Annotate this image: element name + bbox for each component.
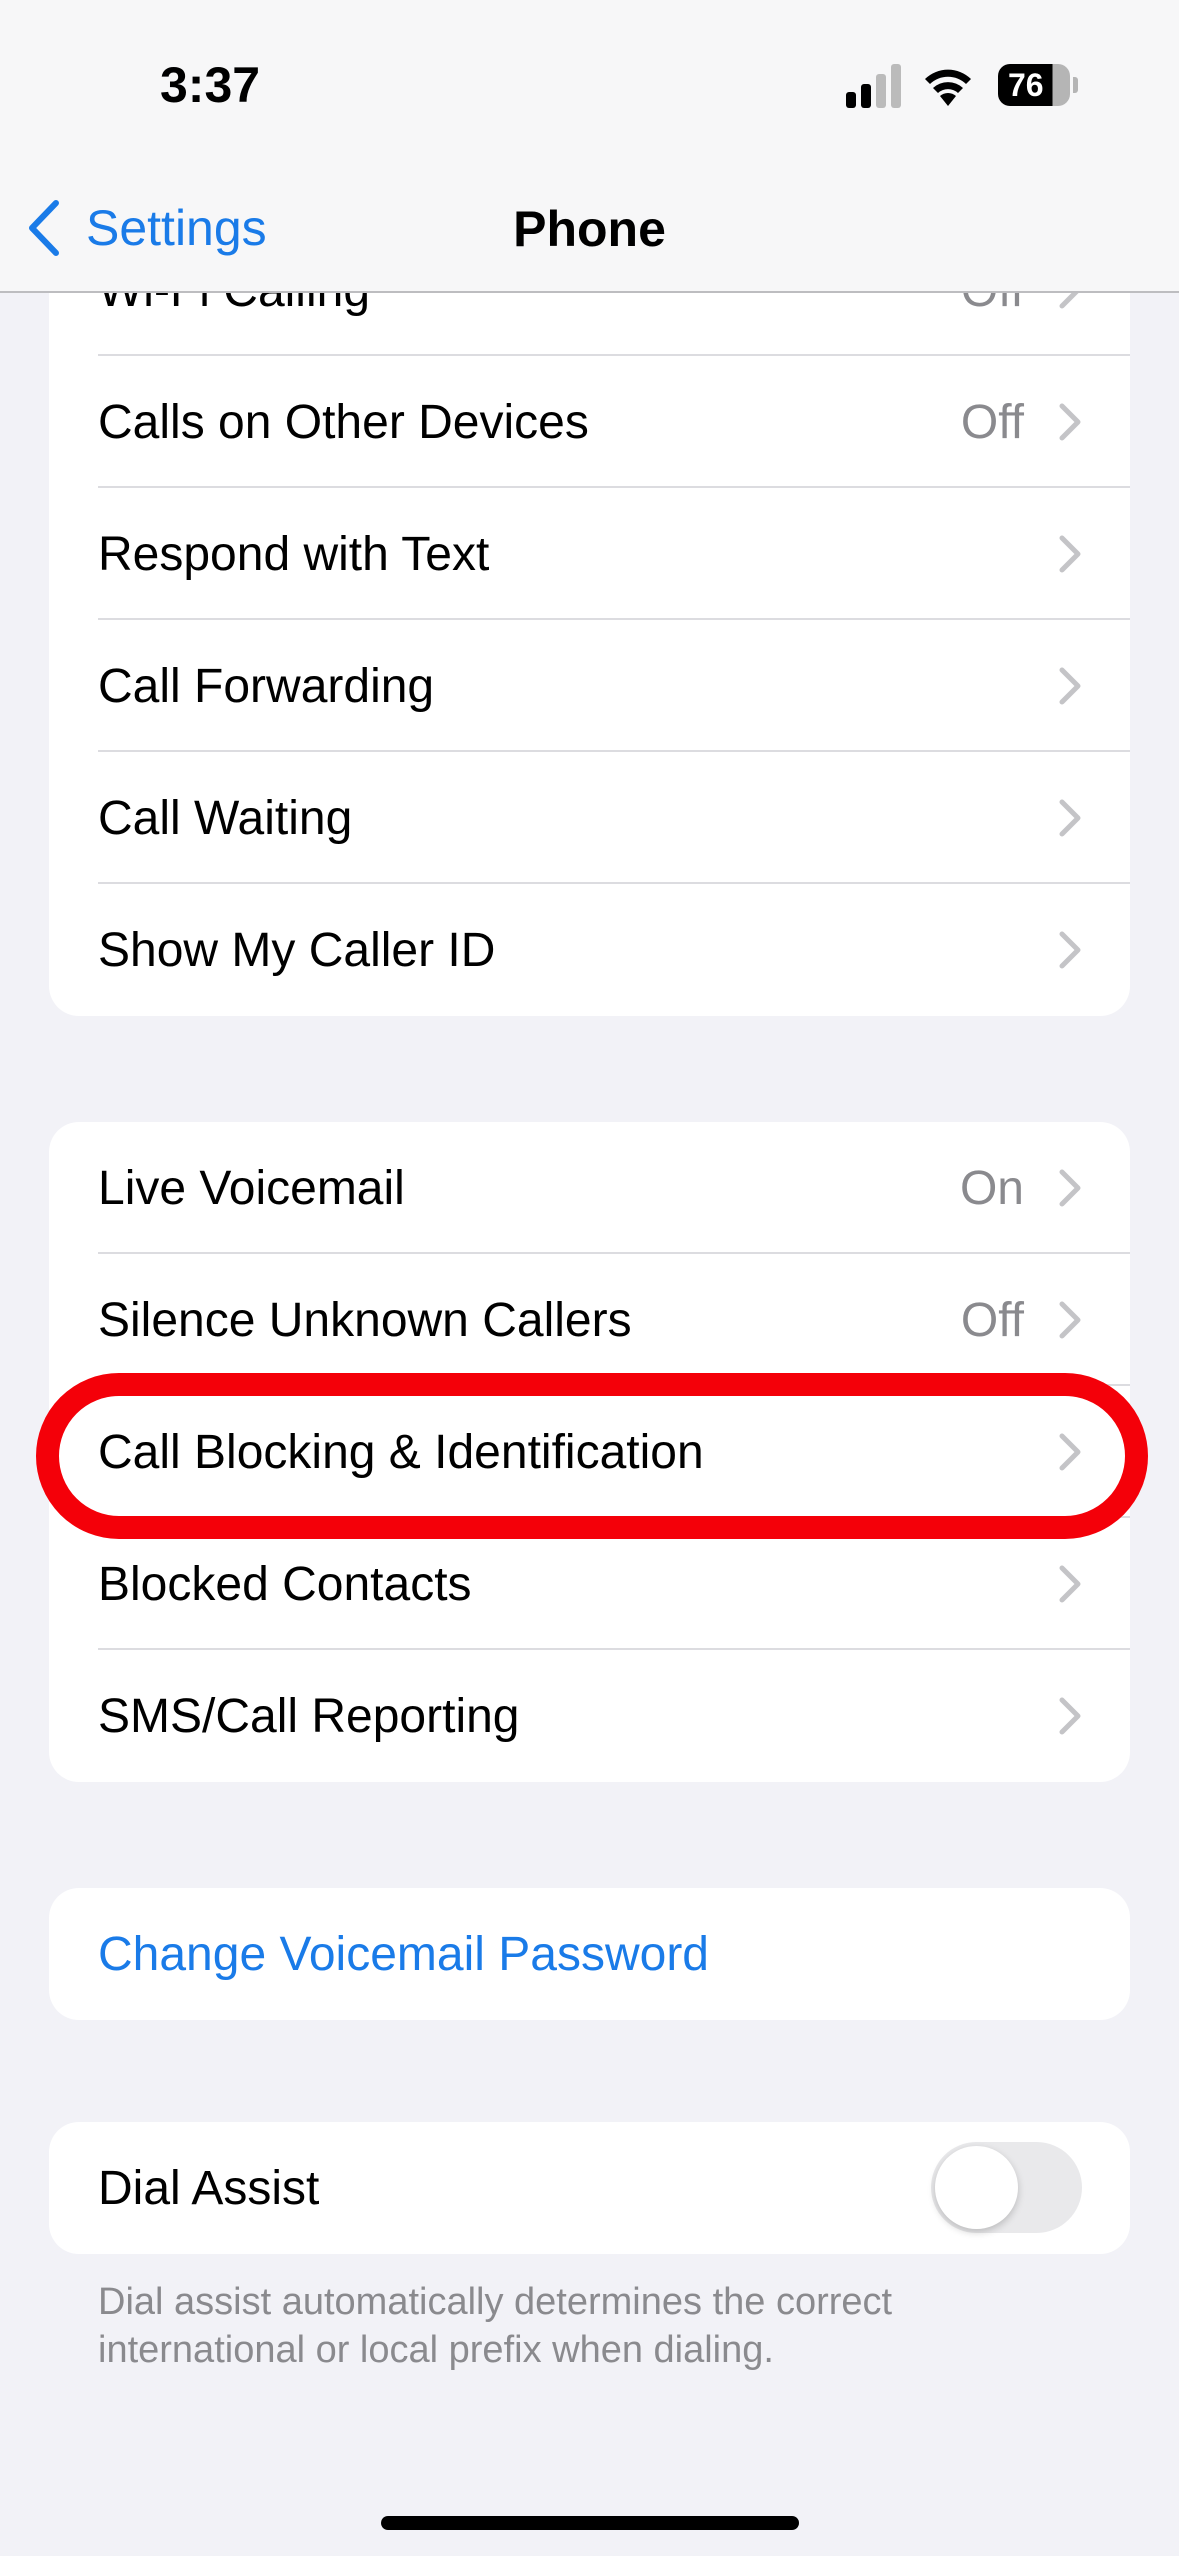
battery-level: 76 — [1008, 66, 1044, 103]
row-call-blocking-identification[interactable]: Call Blocking & Identification — [49, 1386, 1130, 1518]
row-value: Off — [960, 1293, 1024, 1347]
dial-assist-toggle[interactable] — [931, 2142, 1082, 2233]
status-bar: 3:37 76 — [0, 0, 1179, 160]
row-blocked-contacts[interactable]: Blocked Contacts — [49, 1518, 1130, 1650]
chevron-right-icon — [1059, 1301, 1081, 1339]
chevron-right-icon — [1059, 667, 1081, 705]
chevron-right-icon — [1059, 799, 1081, 837]
dial-assist-label: Dial Assist — [98, 2161, 320, 2215]
chevron-right-icon — [1059, 1169, 1081, 1207]
row-show-my-caller-id[interactable]: Show My Caller ID — [49, 884, 1130, 1016]
chevron-right-icon — [1059, 1565, 1081, 1603]
row-label: Calls on Other Devices — [98, 395, 589, 449]
chevron-right-icon — [1059, 1697, 1081, 1735]
change-voicemail-password-label: Change Voicemail Password — [98, 1927, 709, 1981]
chevron-right-icon — [1059, 931, 1081, 969]
row-call-forwarding[interactable]: Call Forwarding — [49, 620, 1130, 752]
navigation-bar: Settings Phone — [0, 160, 1179, 293]
row-value: Off — [960, 395, 1024, 449]
calls-settings-group: Wi-Fi CallingOffCalls on Other DevicesOf… — [49, 224, 1130, 1016]
row-label: SMS/Call Reporting — [98, 1689, 520, 1743]
row-label: Respond with Text — [98, 527, 490, 581]
row-label: Call Forwarding — [98, 659, 435, 713]
page-title: Phone — [513, 201, 666, 257]
chevron-right-icon — [1059, 403, 1081, 441]
row-calls-on-other-devices[interactable]: Calls on Other Devices Off — [49, 356, 1130, 488]
dial-assist-row: Dial Assist — [49, 2122, 1130, 2254]
voicemail-group: Change Voicemail Password — [49, 1888, 1130, 2020]
row-label: Blocked Contacts — [98, 1557, 472, 1611]
row-label: Call Waiting — [98, 791, 353, 845]
row-respond-with-text[interactable]: Respond with Text — [49, 488, 1130, 620]
row-silence-unknown-callers[interactable]: Silence Unknown Callers Off — [49, 1254, 1130, 1386]
change-voicemail-password-button[interactable]: Change Voicemail Password — [49, 1888, 1130, 2020]
battery-icon: 76 — [998, 64, 1070, 106]
dial-assist-footer: Dial assist automatically determines the… — [98, 2281, 893, 2371]
row-label: Call Blocking & Identification — [98, 1425, 704, 1479]
battery-cap — [1073, 77, 1078, 93]
row-sms-call-reporting[interactable]: SMS/Call Reporting — [49, 1650, 1130, 1782]
status-time: 3:37 — [160, 57, 261, 113]
dial-assist-group: Dial Assist — [49, 2122, 1130, 2254]
home-indicator[interactable] — [381, 2516, 799, 2530]
cellular-signal-icon — [846, 64, 901, 108]
chevron-right-icon — [1059, 535, 1081, 573]
toggle-knob — [935, 2146, 1018, 2229]
blocking-settings-group: Live Voicemail On Silence Unknown Callers O… — [49, 1122, 1130, 1782]
row-live-voicemail[interactable]: Live Voicemail On — [49, 1122, 1130, 1254]
row-label: Silence Unknown Callers — [98, 1293, 632, 1347]
row-call-waiting[interactable]: Call Waiting — [49, 752, 1130, 884]
wifi-icon — [925, 69, 971, 106]
chevron-right-icon — [1059, 1433, 1081, 1471]
row-value: On — [959, 1161, 1024, 1215]
row-label: Show My Caller ID — [98, 923, 496, 977]
row-label: Live Voicemail — [98, 1161, 405, 1215]
